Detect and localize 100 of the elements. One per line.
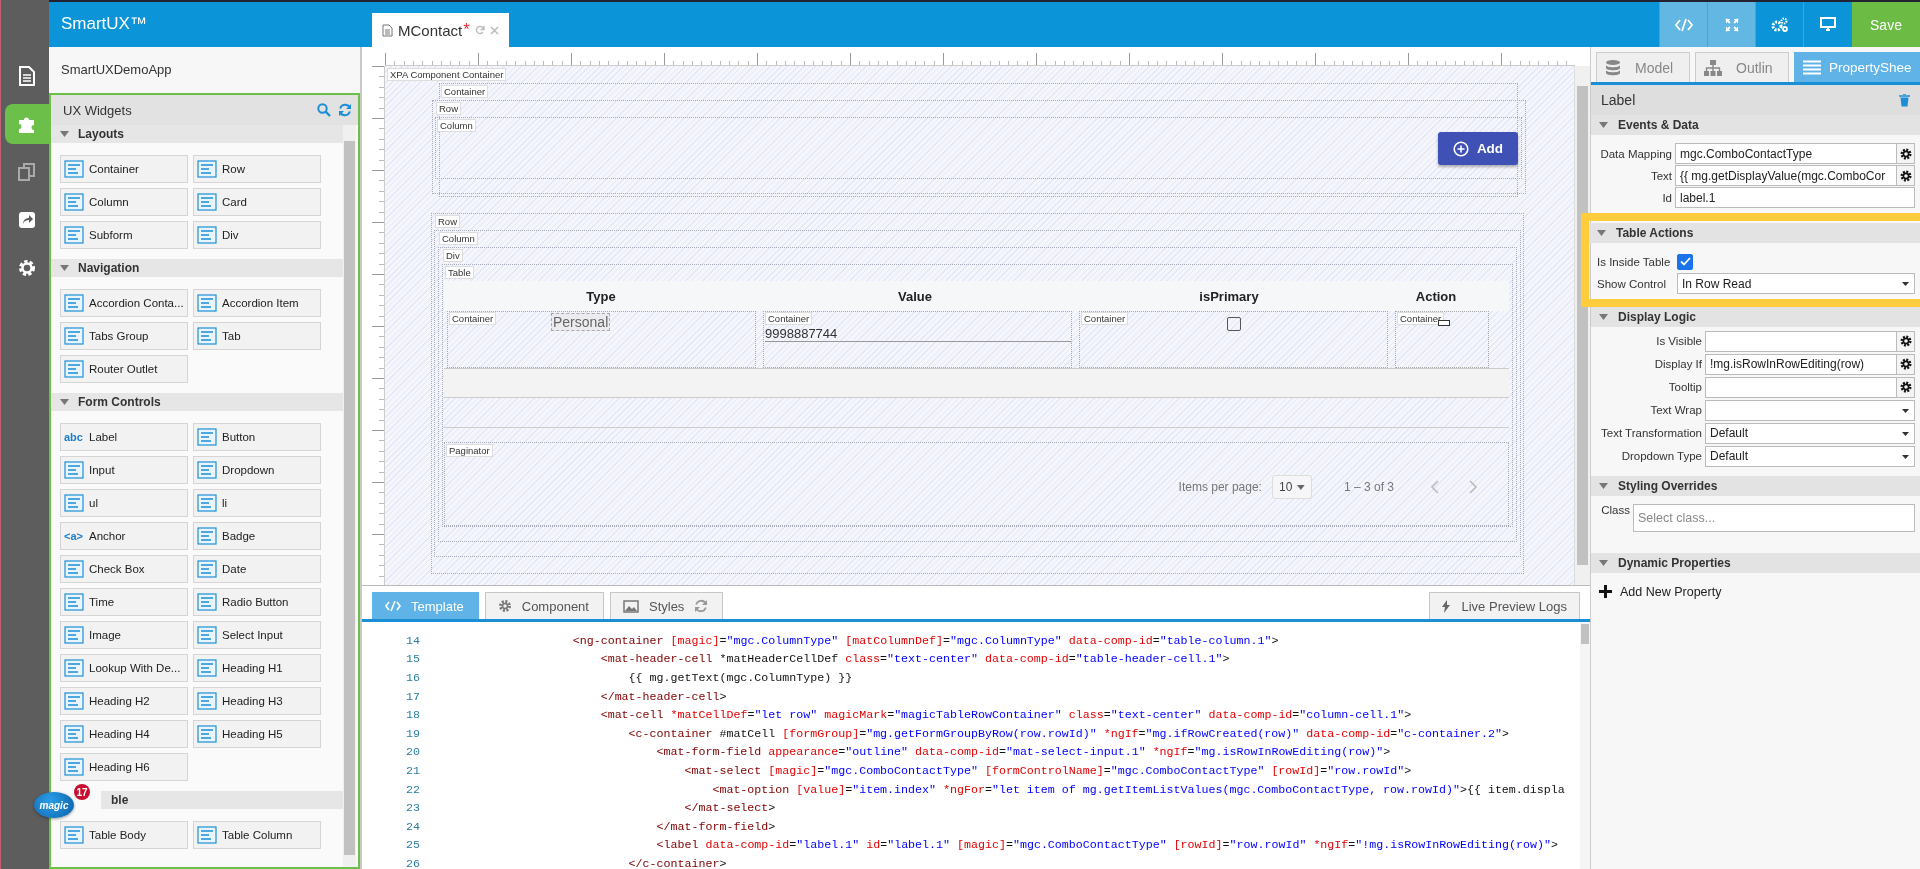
widget-item[interactable]: Check Box	[60, 555, 188, 583]
section-header[interactable]: Dynamic Properties	[1591, 553, 1920, 573]
add-button[interactable]: Add	[1438, 132, 1518, 165]
settings-button[interactable]	[1897, 165, 1915, 186]
widget-item[interactable]: Radio Button	[193, 588, 321, 616]
scrollbar[interactable]	[1574, 66, 1590, 585]
group-title: ble	[111, 793, 129, 807]
group-header[interactable]: ble	[101, 791, 343, 809]
widget-item[interactable]: Image	[60, 621, 188, 649]
widget-item[interactable]: Accordion Conta...	[60, 289, 188, 317]
next-page-icon[interactable]	[1468, 480, 1478, 494]
file-tab[interactable]: MContact*	[372, 13, 509, 47]
group-header[interactable]: Navigation	[51, 259, 343, 277]
settings-button[interactable]	[1897, 353, 1915, 375]
editor-tab[interactable]: Styles	[609, 592, 724, 619]
items-per-page-label: Items per page:	[1178, 480, 1262, 494]
widget-item[interactable]: Accordion Item	[193, 289, 321, 317]
dropdown[interactable]: In Row Read	[1677, 273, 1915, 294]
widget-item[interactable]: Heading H1	[193, 654, 321, 682]
section-header[interactable]: Display Logic	[1591, 307, 1920, 327]
widget-item[interactable]: Row	[193, 155, 321, 183]
widget-item[interactable]: Tabs Group	[60, 322, 188, 350]
monitor-icon	[1819, 17, 1836, 32]
widget-item[interactable]: Heading H3	[193, 687, 321, 715]
widget-item[interactable]: Card	[193, 188, 321, 216]
search-icon[interactable]	[317, 103, 331, 117]
checkbox[interactable]	[1227, 317, 1241, 331]
refresh-icon[interactable]	[694, 599, 709, 613]
live-preview-logs-button[interactable]: Live Preview Logs	[1428, 592, 1580, 619]
scrollbar[interactable]	[343, 125, 356, 867]
widget-item[interactable]: abc Label	[60, 423, 188, 451]
trash-icon[interactable]	[1899, 93, 1910, 107]
close-icon[interactable]	[489, 25, 499, 35]
widget-item[interactable]: Input	[60, 456, 188, 484]
text-field[interactable]: {{ mg.getDisplayValue(mgc.ComboCor	[1675, 165, 1897, 186]
text-field[interactable]	[1705, 376, 1897, 398]
document-icon	[382, 23, 393, 37]
scrollbar[interactable]	[1580, 622, 1590, 869]
toolbar-button[interactable]	[1707, 2, 1755, 47]
plus-circle-icon	[1452, 140, 1469, 157]
widget-item[interactable]: Time	[60, 588, 188, 616]
widget-item[interactable]: Select Input	[193, 621, 321, 649]
text-field[interactable]: mgc.ComboContactType	[1675, 143, 1897, 164]
widget-item[interactable]: Table Body	[60, 821, 188, 849]
group-header[interactable]: Form Controls	[51, 393, 343, 411]
frame-label: Container	[1397, 312, 1445, 325]
text-field[interactable]: label.1	[1675, 187, 1915, 208]
select-value[interactable]: Personal	[551, 313, 611, 331]
mini-button-icon[interactable]	[1438, 320, 1450, 326]
widget-label: Table Body	[89, 829, 146, 841]
widget-item[interactable]: Heading H6	[60, 753, 188, 781]
widget-item[interactable]: Dropdown	[193, 456, 321, 484]
settings-button[interactable]	[1897, 376, 1915, 398]
editor-tab[interactable]: Component	[484, 592, 604, 619]
widget-label: ul	[89, 497, 98, 509]
widget-item[interactable]: Container	[60, 155, 188, 183]
section-header[interactable]: Table Actions	[1589, 223, 1920, 243]
widget-icon	[197, 159, 217, 179]
previous-page-icon[interactable]	[1430, 480, 1440, 494]
checkbox[interactable]	[1677, 253, 1693, 270]
widget-label: Image	[89, 629, 121, 641]
text-field[interactable]	[1705, 330, 1897, 352]
widget-item[interactable]: Heading H4	[60, 720, 188, 748]
document-icon	[18, 66, 36, 86]
widget-item[interactable]: Button	[193, 423, 321, 451]
widget-label: Row	[222, 163, 245, 175]
sidebar-item[interactable]	[5, 104, 49, 144]
group-header[interactable]: Layouts	[51, 125, 343, 143]
dropdown[interactable]: Default	[1705, 422, 1915, 444]
class-field[interactable]: Select class...	[1633, 504, 1915, 532]
settings-button[interactable]	[1897, 143, 1915, 164]
widget-item[interactable]: Tab	[193, 322, 321, 350]
widget-icon	[64, 691, 84, 711]
page-size-select[interactable]: 10	[1271, 475, 1312, 499]
widget-item[interactable]: Badge	[193, 522, 321, 550]
dropdown[interactable]: Default	[1705, 445, 1915, 467]
widget-item[interactable]: ul	[60, 489, 188, 517]
widget-item[interactable]: <a> Anchor	[60, 522, 188, 550]
refresh-icon[interactable]	[474, 25, 485, 35]
widget-item[interactable]: Heading H5	[193, 720, 321, 748]
section-header[interactable]: Events & Data	[1591, 115, 1920, 135]
widget-item[interactable]: Lookup With De...	[60, 654, 188, 682]
input-field[interactable]: 9998887744	[765, 326, 1071, 342]
widget-item[interactable]: Heading H2	[60, 687, 188, 715]
widget-item[interactable]: Date	[193, 555, 321, 583]
widget-item[interactable]: Subform	[60, 221, 188, 249]
section-header[interactable]: Styling Overrides	[1591, 476, 1920, 496]
widget-item[interactable]: Column	[60, 188, 188, 216]
refresh-icon[interactable]	[338, 103, 352, 117]
widget-item[interactable]: Router Outlet	[60, 355, 188, 383]
widget-item[interactable]: li	[193, 489, 321, 517]
widget-label: Heading H6	[89, 761, 150, 773]
text-field[interactable]: !mg.isRowInRowEditing(row)	[1705, 353, 1897, 375]
settings-button[interactable]	[1897, 330, 1915, 352]
widget-item[interactable]: Table Column	[193, 821, 321, 849]
widget-item[interactable]: Div	[193, 221, 321, 249]
add-property-link[interactable]: Add New Property	[1597, 584, 1722, 599]
widget-label: Time	[89, 596, 115, 608]
caret-icon	[1902, 431, 1909, 436]
toolbar-button[interactable]	[1659, 2, 1707, 47]
